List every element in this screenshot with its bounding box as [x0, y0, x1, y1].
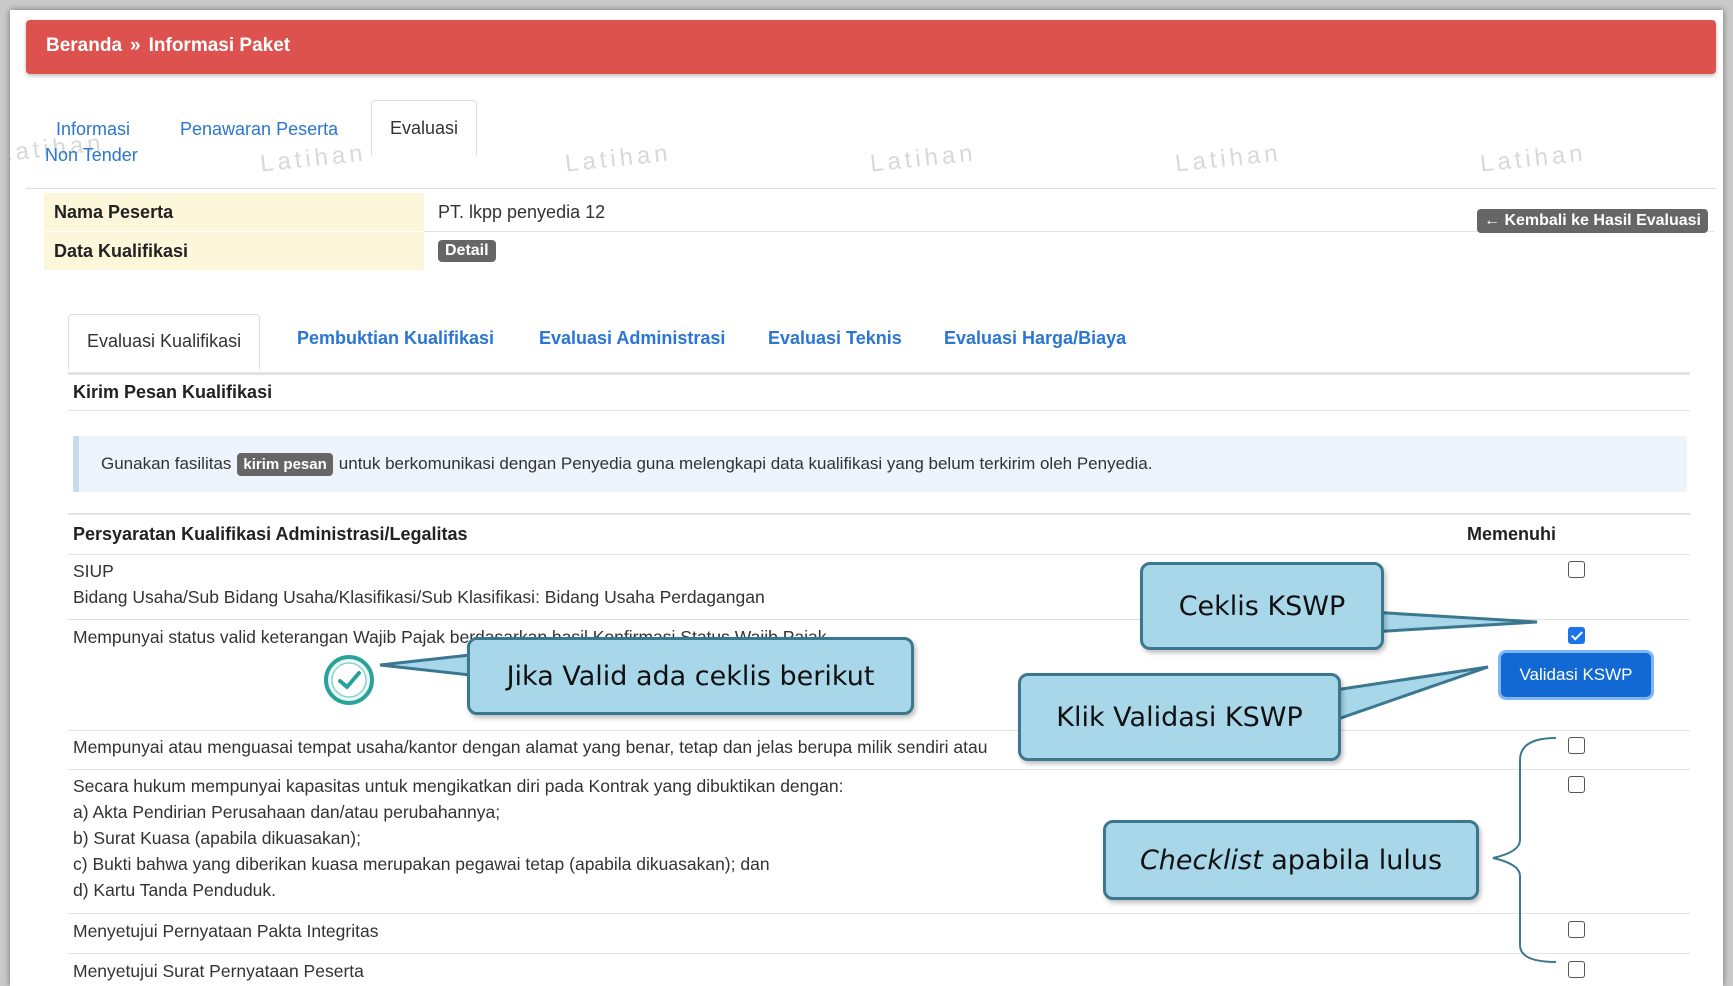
- checkbox-kswp[interactable]: [1568, 627, 1585, 644]
- validasi-kswp-button[interactable]: Validasi KSWP: [1501, 653, 1651, 697]
- tab-label-line2: Non Tender: [45, 145, 138, 165]
- requirement-detail: Bidang Usaha/Sub Bidang Usaha/Klasifikas…: [73, 587, 765, 607]
- checkbox-pakta-integritas[interactable]: [1568, 921, 1585, 938]
- callout-ceklis-kswp: Ceklis KSWP: [1140, 562, 1384, 650]
- column-header-requirement: Persyaratan Kualifikasi Administrasi/Leg…: [73, 524, 468, 544]
- tab-evaluasi-kualifikasi[interactable]: Evaluasi Kualifikasi: [68, 314, 261, 371]
- arrow-left-icon: ←: [1484, 212, 1500, 229]
- callout-jika-valid: Jika Valid ada ceklis berikut: [467, 637, 914, 715]
- requirement-detail: a) Akta Pendirian Perusahaan dan/atau pe…: [73, 802, 501, 822]
- tab-evaluasi-harga-biaya[interactable]: Evaluasi Harga/Biaya: [944, 328, 1126, 349]
- tab-evaluasi[interactable]: Evaluasi: [371, 100, 478, 156]
- divider: [68, 410, 1690, 411]
- checkbox-siup[interactable]: [1568, 561, 1585, 578]
- table-row: Menyetujui Pernyataan Pakta Integritas: [73, 918, 378, 944]
- table-row: Secara hukum mempunyai kapasitas untuk m…: [73, 773, 843, 903]
- divider: [68, 953, 1690, 954]
- table-row: SIUP Bidang Usaha/Sub Bidang Usaha/Klasi…: [73, 558, 765, 610]
- evaluation-tabs: Evaluasi Kualifikasi Pembuktian Kualifik…: [68, 314, 1690, 375]
- callout-klik-validasi: Klik Validasi KSWP: [1018, 673, 1341, 761]
- divider: [68, 554, 1690, 555]
- requirement-detail: c) Bukti bahwa yang diberikan kuasa meru…: [73, 854, 770, 874]
- divider: [68, 619, 1690, 620]
- checkbox-surat-pernyataan[interactable]: [1568, 961, 1585, 978]
- tab-pembuktian-kualifikasi[interactable]: Pembuktian Kualifikasi: [297, 328, 494, 349]
- callout-checklist: Checklist apabila lulus: [1103, 820, 1479, 900]
- requirement-detail: d) Kartu Tanda Penduduk.: [73, 880, 277, 900]
- breadcrumb-current: Informasi Paket: [148, 35, 291, 56]
- info-alert: Gunakan fasilitas kirim pesan untuk berk…: [73, 436, 1687, 492]
- nama-peserta-label: Nama Peserta: [44, 193, 424, 231]
- data-kualifikasi-label: Data Kualifikasi: [44, 232, 424, 270]
- checkbox-tempat-usaha[interactable]: [1568, 737, 1585, 754]
- section-title: Kirim Pesan Kualifikasi: [73, 382, 273, 402]
- requirement-text: Mempunyai atau menguasai tempat usaha/ka…: [73, 737, 988, 757]
- requirement-text: Menyetujui Surat Pernyataan Peserta: [73, 961, 364, 981]
- tab-penawaran-peserta[interactable]: Penawaran Peserta: [180, 116, 338, 142]
- requirement-text: Menyetujui Pernyataan Pakta Integritas: [73, 921, 379, 941]
- column-header-fulfilled: Memenuhi: [1467, 524, 1557, 544]
- detail-badge[interactable]: Detail: [438, 240, 496, 262]
- divider: [68, 513, 1690, 515]
- header-bar: Beranda » Informasi Paket: [26, 20, 1716, 74]
- tab-evaluasi-administrasi[interactable]: Evaluasi Administrasi: [539, 328, 725, 349]
- breadcrumb-home[interactable]: Beranda: [46, 35, 122, 57]
- breadcrumb: Beranda » Informasi Paket: [46, 35, 290, 57]
- back-to-results-button[interactable]: ← Kembali ke Hasil Evaluasi: [1477, 209, 1708, 233]
- top-tabs: Informasi Non Tender Penawaran Peserta E…: [26, 92, 1716, 189]
- info-prefix: Gunakan fasilitas: [101, 454, 232, 473]
- tab-informasi-non-tender[interactable]: Informasi Non Tender: [45, 116, 138, 168]
- callout-checklist-rest: apabila lulus: [1262, 844, 1443, 876]
- requirement-detail: b) Surat Kuasa (apabila dikuasakan);: [73, 828, 361, 848]
- checkbox-kapasitas-hukum[interactable]: [1568, 776, 1585, 793]
- nama-peserta-value: PT. lkpp penyedia 12: [438, 202, 606, 222]
- requirement-text: SIUP: [73, 561, 114, 581]
- callout-checklist-italic: Checklist: [1139, 844, 1263, 876]
- breadcrumb-separator: »: [130, 35, 141, 56]
- valid-check-icon: [324, 655, 374, 705]
- tab-label-line1: Informasi: [56, 119, 131, 139]
- info-suffix: untuk berkomunikasi dengan Penyedia guna…: [338, 454, 1153, 473]
- kirim-pesan-badge[interactable]: kirim pesan: [237, 452, 333, 476]
- divider: [68, 769, 1690, 770]
- table-row: Menyetujui Surat Pernyataan Peserta: [73, 958, 364, 984]
- divider: [68, 730, 1690, 731]
- divider: [68, 913, 1690, 914]
- tab-evaluasi-teknis[interactable]: Evaluasi Teknis: [768, 328, 902, 349]
- requirement-text: Secara hukum mempunyai kapasitas untuk m…: [73, 776, 844, 796]
- table-row: Mempunyai atau menguasai tempat usaha/ka…: [73, 734, 987, 760]
- back-button-label: Kembali ke Hasil Evaluasi: [1504, 212, 1701, 229]
